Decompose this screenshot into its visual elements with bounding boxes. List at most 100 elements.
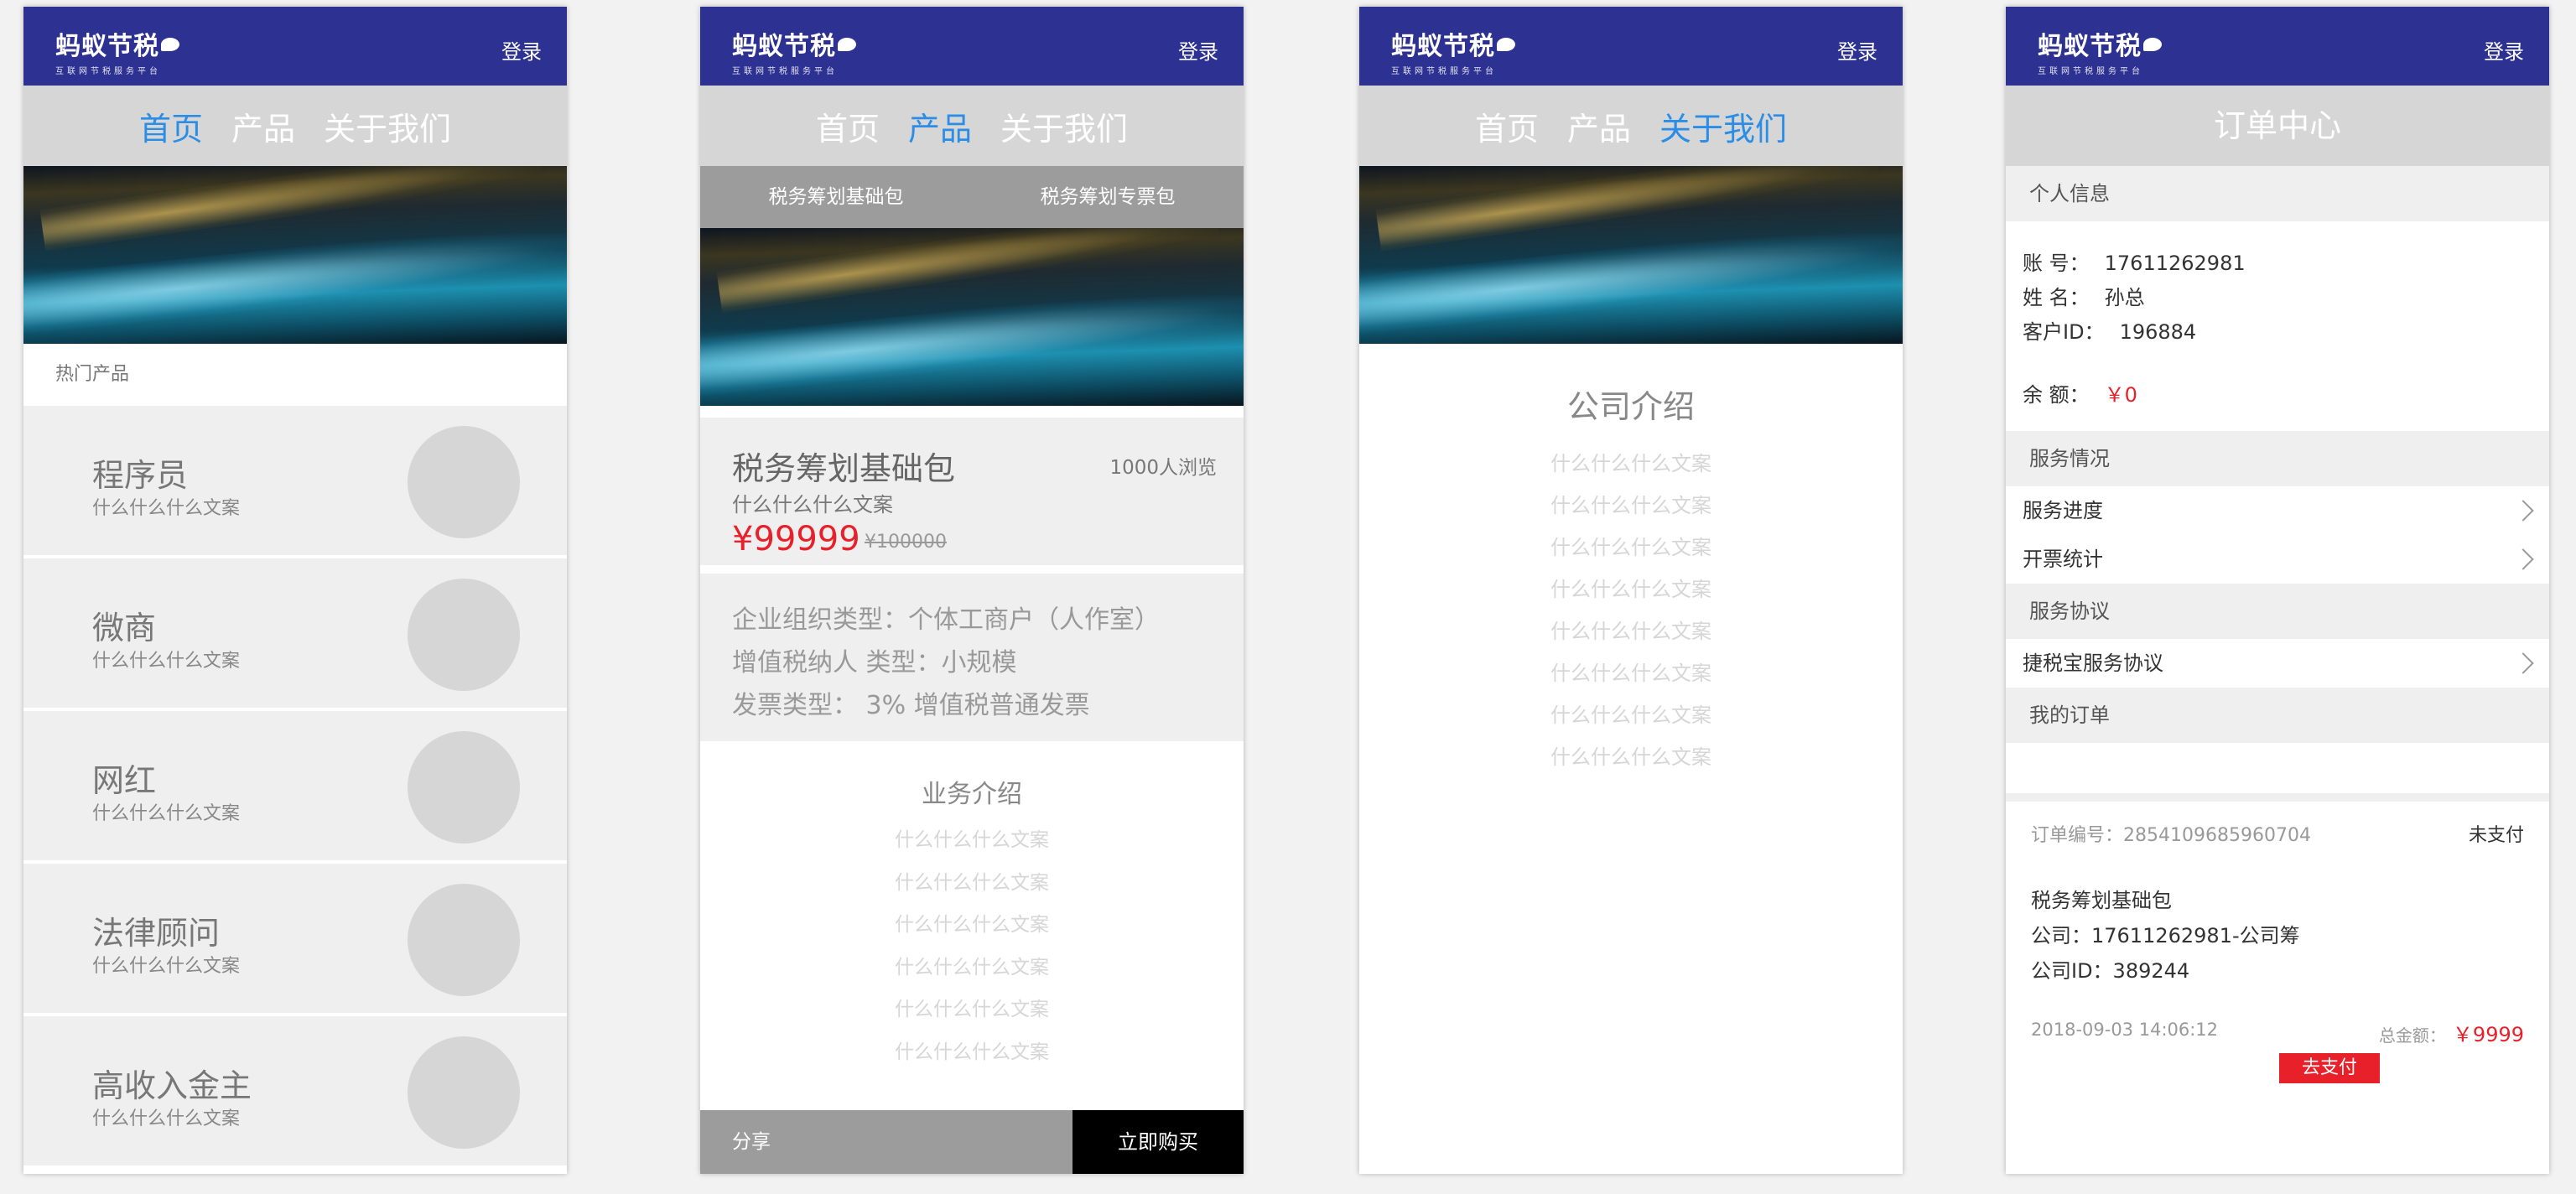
app-header: 蚂蚁节税 互联网节税服务平台 登录 [700,7,1244,86]
nav-product[interactable]: 产品 [1567,103,1631,149]
section-agreement: 服务协议 [2006,584,2549,639]
bubble-icon [838,38,856,51]
hot-products-label: 热门产品 [23,344,567,406]
card-title: 高收入金主 [92,1067,252,1104]
login-button[interactable]: 登录 [1178,35,1218,65]
original-price: ¥100000 [865,532,947,553]
intro-line: 什么什么什么文案 [895,999,1049,1020]
product-card[interactable]: 网红 什么什么什么文案 [23,711,567,864]
intro-line: 什么什么什么文案 [1550,452,1711,475]
nav-product[interactable]: 产品 [908,103,972,149]
balance-row: 余 额： ￥0 [2023,383,2137,407]
order-company: 公司：17611262981-公司筹 [2031,924,2300,947]
bottom-action-bar: 分享 立即购买 [700,1110,1244,1174]
attr-invoice-type: 发票类型： 3% 增值税普通发票 [732,691,1090,720]
service-progress-item[interactable]: 服务进度 [2006,486,2549,535]
card-title: 网红 [92,762,157,799]
product-card[interactable]: 程序员 什么什么什么文案 [23,406,567,558]
invoice-stats-item[interactable]: 开票统计 [2006,535,2549,584]
logo[interactable]: 蚂蚁节税 互联网节税服务平台 [2038,25,2162,76]
section-personal-info: 个人信息 [2006,166,2549,221]
page-title: 订单中心 [2006,86,2549,166]
intro-line: 什么什么什么文案 [1550,745,1711,769]
chevron-right-icon [2512,500,2534,522]
card-image [408,884,520,996]
screen-product: 蚂蚁节税 互联网节税服务平台 登录 首页 产品 关于我们 税务筹划基础包 税务筹… [700,7,1244,1174]
company-intro: 公司介绍 什么什么什么文案 什么什么什么文案 什么什么什么文案 什么什么什么文案… [1359,344,1903,782]
main-nav: 首页 产品 关于我们 [700,86,1244,166]
card-subtitle: 什么什么什么文案 [92,956,241,977]
app-header: 蚂蚁节税 互联网节税服务平台 登录 [23,7,567,86]
card-subtitle: 什么什么什么文案 [92,498,241,519]
section-service: 服务情况 [2006,431,2549,486]
intro-line: 什么什么什么文案 [1550,578,1711,601]
card-image [408,579,520,691]
app-header: 蚂蚁节税 互联网节税服务平台 登录 [2006,7,2549,86]
nav-about[interactable]: 关于我们 [1659,103,1787,149]
agreement-item[interactable]: 捷税宝服务协议 [2006,639,2549,688]
business-intro: 业务介绍 什么什么什么文案 什么什么什么文案 什么什么什么文案 什么什么什么文案… [700,741,1244,1077]
intro-line: 什么什么什么文案 [1550,494,1711,517]
product-card[interactable]: 高收入金主 什么什么什么文案 [23,1016,567,1169]
nav-about[interactable]: 关于我们 [1000,103,1128,149]
customer-id-row: 客户ID： 196884 [2023,320,2197,344]
intro-line: 什么什么什么文案 [1550,536,1711,559]
order-card[interactable]: 订单编号：2854109685960704 未支付 税务筹划基础包 公司：176… [2006,793,2549,1095]
card-image [408,731,520,844]
screen-about: 蚂蚁节税 互联网节税服务平台 登录 首页 产品 关于我们 公司介绍 什么什么什么… [1359,7,1903,1174]
card-title: 法律顾问 [92,915,221,952]
product-tabs: 税务筹划基础包 税务筹划专票包 [700,166,1244,228]
logo[interactable]: 蚂蚁节税 互联网节税服务平台 [1391,25,1515,76]
banner-image [1359,166,1903,344]
card-subtitle: 什么什么什么文案 [92,803,241,824]
personal-info: 账 号： 17611262981 姓 名： 孙总 客户ID： 196884 余 额： ￥… [2006,221,2549,431]
nav-home[interactable]: 首页 [139,103,203,149]
account-value: 17611262981 [2104,252,2246,275]
chevron-right-icon [2512,548,2534,570]
main-nav: 首页 产品 关于我们 [1359,86,1903,166]
banner-image [700,228,1244,406]
business-intro-title: 业务介绍 [922,780,1022,809]
balance-value: ￥0 [2104,383,2137,407]
product-price: ¥99999 [732,520,860,558]
login-button[interactable]: 登录 [1837,35,1877,65]
screen-order-center: 蚂蚁节税 互联网节税服务平台 登录 订单中心 个人信息 账 号： 17611262… [2006,7,2549,1174]
card-title: 程序员 [92,457,189,494]
banner-image [23,166,567,344]
share-button[interactable]: 分享 [700,1110,1072,1174]
nav-home[interactable]: 首页 [1475,103,1539,149]
bubble-icon [161,38,179,51]
product-info: 税务筹划基础包 1000人浏览 什么什么什么文案 ¥99999 ¥100000 [700,406,1244,565]
product-card[interactable]: 法律顾问 什么什么什么文案 [23,864,567,1016]
attr-org-type: 企业组织类型：个体工商户（人作室） [732,605,1160,635]
card-image [408,1036,520,1149]
card-subtitle: 什么什么什么文案 [92,651,241,672]
nav-about[interactable]: 关于我们 [324,103,451,149]
tab-special-invoice-package[interactable]: 税务筹划专票包 [972,166,1244,228]
intro-line: 什么什么什么文案 [1550,620,1711,643]
app-header: 蚂蚁节税 互联网节税服务平台 登录 [1359,7,1903,86]
chevron-right-icon [2512,652,2534,674]
customer-id-value: 196884 [2119,320,2197,344]
login-button[interactable]: 登录 [2484,35,2524,65]
main-nav: 首页 产品 关于我们 [23,86,567,166]
product-card[interactable]: 微商 什么什么什么文案 [23,558,567,711]
intro-line: 什么什么什么文案 [895,956,1049,979]
nav-product[interactable]: 产品 [231,103,295,149]
logo[interactable]: 蚂蚁节税 互联网节税服务平台 [732,25,856,76]
intro-line: 什么什么什么文案 [895,1041,1049,1063]
tab-basic-package[interactable]: 税务筹划基础包 [700,166,972,228]
order-time: 2018-09-03 14:06:12 [2031,1020,2219,1040]
intro-line: 什么什么什么文案 [1550,662,1711,685]
order-status: 未支付 [2468,825,2524,846]
nav-home[interactable]: 首页 [816,103,880,149]
view-count: 1000人浏览 [1109,457,1217,479]
order-total-amount: ￥9999 [2452,1023,2524,1046]
pay-button[interactable]: 去支付 [2279,1053,2380,1083]
buy-now-button[interactable]: 立即购买 [1072,1110,1244,1174]
bubble-icon [2143,38,2162,51]
login-button[interactable]: 登录 [501,35,542,65]
logo[interactable]: 蚂蚁节税 互联网节税服务平台 [55,25,179,76]
name-value: 孙总 [2104,286,2145,309]
order-company-id: 公司ID：389244 [2031,959,2190,983]
